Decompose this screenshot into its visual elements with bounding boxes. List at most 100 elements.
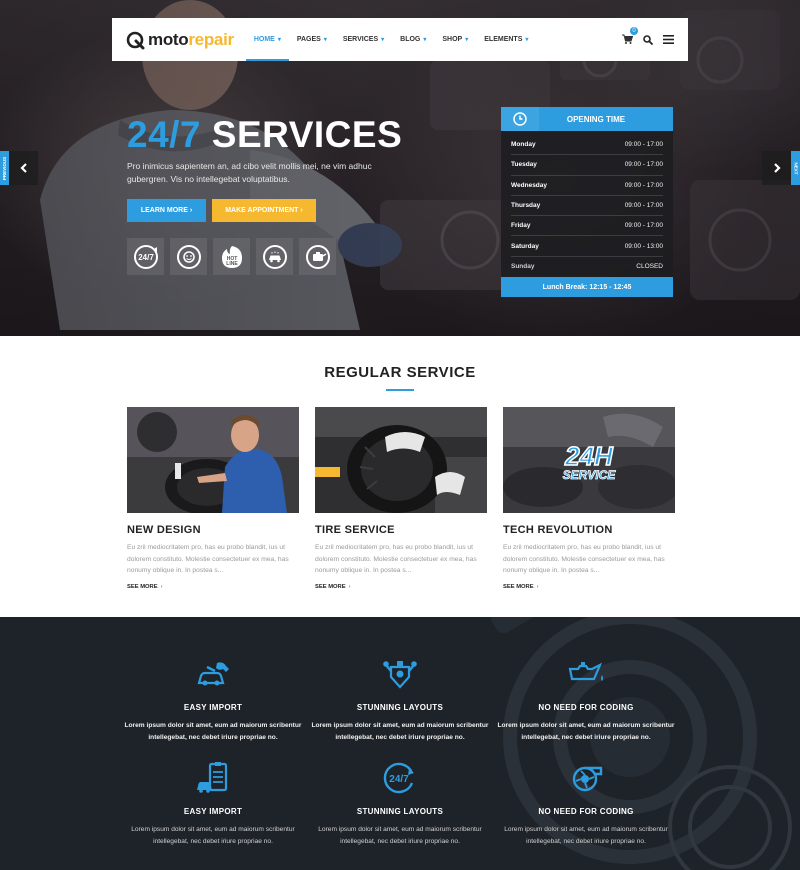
hero-title-accent: 24/7 bbox=[127, 114, 202, 155]
chevron-right-icon: › bbox=[160, 583, 163, 590]
see-more-link[interactable]: SEE MORE › bbox=[127, 584, 299, 590]
nav-blog-label: BLOG bbox=[400, 36, 421, 43]
hours-day: Thursday bbox=[511, 202, 541, 210]
site-logo[interactable]: motorepair bbox=[126, 30, 234, 50]
nav-blog[interactable]: BLOG ▾ bbox=[392, 18, 434, 61]
slider-next-label: NEXT bbox=[793, 161, 799, 175]
badge-24-7[interactable]: 24/7 bbox=[127, 238, 164, 275]
smile-care-icon bbox=[176, 244, 201, 269]
hours-row: Wednesday 09:00 - 17:00 bbox=[511, 176, 663, 196]
hero-description: Pro inimicus sapientem an, ad cibo velit… bbox=[127, 161, 372, 184]
badge-oil-change[interactable] bbox=[299, 238, 336, 275]
badge-smile-care[interactable] bbox=[170, 238, 207, 275]
hours-time: 09:00 - 13:00 bbox=[624, 242, 663, 250]
search-icon[interactable] bbox=[643, 34, 653, 45]
nav-services-label: SERVICES bbox=[342, 36, 379, 43]
slider-prev-tag[interactable]: PREVIOUS bbox=[0, 151, 9, 185]
learn-more-label: LEARN MORE bbox=[140, 207, 188, 214]
opening-time-header: OPENING TIME bbox=[501, 107, 673, 131]
oil-change-icon bbox=[305, 244, 330, 269]
slider-prev-button[interactable] bbox=[9, 151, 38, 185]
hero-badge-row: 24/7 HOT LINE bbox=[127, 238, 336, 275]
mechanic-with-tire-image bbox=[127, 407, 299, 513]
nav-shop[interactable]: SHOP ▾ bbox=[434, 18, 476, 61]
hours-time: 09:00 - 17:00 bbox=[624, 202, 663, 210]
features-section: EASY IMPORT Lorem ipsum dolor sit amet, … bbox=[0, 617, 800, 870]
hours-day: Sunday bbox=[511, 263, 535, 271]
hotline-icon: HOT LINE bbox=[221, 245, 242, 268]
engine-icon bbox=[383, 661, 417, 689]
feature-easy-import-2: EASY IMPORT Lorem ipsum dolor sit amet, … bbox=[120, 761, 306, 847]
cart-count-badge: 0 bbox=[630, 26, 638, 35]
feature-no-need-for-coding: NO NEED FOR CODING Lorem ipsum dolor sit… bbox=[493, 657, 679, 743]
chevron-down-icon: ▾ bbox=[465, 37, 469, 43]
car-wash-icon bbox=[262, 244, 287, 269]
chevron-left-icon bbox=[19, 163, 27, 173]
hours-row: Saturday 09:00 - 13:00 bbox=[511, 236, 663, 257]
feature-text: Lorem ipsum dolor sit amet, eum ad maior… bbox=[497, 722, 675, 741]
service-name: NEW DESIGN bbox=[127, 524, 201, 536]
24h-service-image: 24H SERVICE bbox=[503, 407, 675, 513]
slider-prev-label: PREVIOUS bbox=[2, 156, 8, 180]
main-navbar: motorepair HOME ▾ PAGES ▾ SERVICES ▾ BLOG ▾ … bbox=[112, 18, 688, 61]
service-image-new-design[interactable] bbox=[127, 407, 299, 513]
hours-row: Sunday CLOSED bbox=[511, 257, 663, 277]
nav-elements[interactable]: ELEMENTS ▾ bbox=[476, 18, 536, 61]
cart-button[interactable]: 0 bbox=[622, 26, 638, 49]
slider-next-button[interactable] bbox=[762, 151, 791, 185]
hours-day: Monday bbox=[511, 141, 536, 149]
title-underline bbox=[386, 389, 414, 391]
menu-icon[interactable] bbox=[663, 35, 674, 44]
feature-title: NO NEED FOR CODING bbox=[538, 807, 634, 816]
feature-text: Lorem ipsum dolor sit amet, eum ad maior… bbox=[318, 826, 482, 845]
hours-day: Friday bbox=[511, 222, 531, 230]
hours-day: Saturday bbox=[511, 242, 539, 250]
car-wrench-icon bbox=[197, 662, 229, 686]
logo-text: motorepair bbox=[148, 30, 234, 50]
see-more-label: SEE MORE bbox=[127, 583, 158, 590]
nav-home-label: HOME bbox=[253, 36, 275, 43]
nav-home[interactable]: HOME ▾ bbox=[245, 18, 289, 61]
feature-title: EASY IMPORT bbox=[183, 703, 243, 712]
see-more-link[interactable]: SEE MORE › bbox=[503, 584, 675, 590]
hours-row: Thursday 09:00 - 17:00 bbox=[511, 196, 663, 217]
turbo-icon bbox=[572, 766, 603, 792]
nav-services[interactable]: SERVICES ▾ bbox=[335, 18, 392, 61]
clock-icon bbox=[513, 112, 527, 126]
24-7-service-icon: 24/7 bbox=[383, 762, 414, 794]
service-name: TECH REVOLUTION bbox=[503, 524, 613, 536]
badge-hotline[interactable]: HOT LINE bbox=[213, 238, 250, 275]
badge-hotline-text-bottom: LINE bbox=[226, 261, 238, 267]
oil-can-icon bbox=[568, 662, 603, 681]
see-more-link[interactable]: SEE MORE › bbox=[315, 584, 487, 590]
nav-shop-label: SHOP bbox=[442, 36, 463, 43]
lunch-break-bar: Lunch Break: 12:15 - 12:45 bbox=[501, 277, 673, 298]
hours-row: Friday 09:00 - 17:00 bbox=[511, 216, 663, 237]
hours-time: 09:00 - 17:00 bbox=[624, 222, 663, 230]
feature-text: Lorem ipsum dolor sit amet, eum ad maior… bbox=[124, 722, 302, 741]
nav-pages[interactable]: PAGES ▾ bbox=[289, 18, 335, 61]
service-description: Eu zril mediocritatem pro, has eu probo … bbox=[127, 544, 289, 574]
service-image-tire-service[interactable] bbox=[315, 407, 487, 513]
chevron-right-icon: › bbox=[300, 207, 303, 214]
slider-next-tag[interactable]: NEXT bbox=[791, 151, 800, 185]
service-card-tire-service: TIRE SERVICE Eu zril mediocritatem pro, … bbox=[315, 407, 487, 590]
chevron-right-icon: › bbox=[189, 207, 193, 214]
learn-more-button[interactable]: LEARN MORE › bbox=[127, 199, 206, 222]
make-appointment-button[interactable]: MAKE APPOINTMENT › bbox=[212, 199, 316, 222]
service-text: SERVICE bbox=[563, 468, 617, 482]
chevron-right-icon: › bbox=[348, 583, 351, 590]
tire-service-image bbox=[315, 407, 487, 513]
chevron-down-icon: ▾ bbox=[277, 37, 281, 43]
service-image-tech-revolution[interactable]: 24H SERVICE bbox=[503, 407, 675, 513]
feature-stunning-layouts: STUNNING LAYOUTS Lorem ipsum dolor sit a… bbox=[307, 657, 493, 743]
nav-elements-label: ELEMENTS bbox=[484, 36, 523, 43]
feature-stunning-layouts-2: 24/7 STUNNING LAYOUTS Lorem ipsum dolor … bbox=[307, 761, 493, 847]
logo-text-repair: repair bbox=[188, 29, 234, 49]
feature-title: STUNNING LAYOUTS bbox=[356, 807, 444, 816]
hero-title: 24/7 SERVICES bbox=[127, 114, 402, 156]
hours-time: 09:00 - 17:00 bbox=[624, 161, 663, 169]
main-menu: HOME ▾ PAGES ▾ SERVICES ▾ BLOG ▾ SHOP ▾ ELEME… bbox=[245, 18, 537, 61]
badge-car-wash[interactable] bbox=[256, 238, 293, 275]
see-more-label: SEE MORE bbox=[315, 583, 346, 590]
